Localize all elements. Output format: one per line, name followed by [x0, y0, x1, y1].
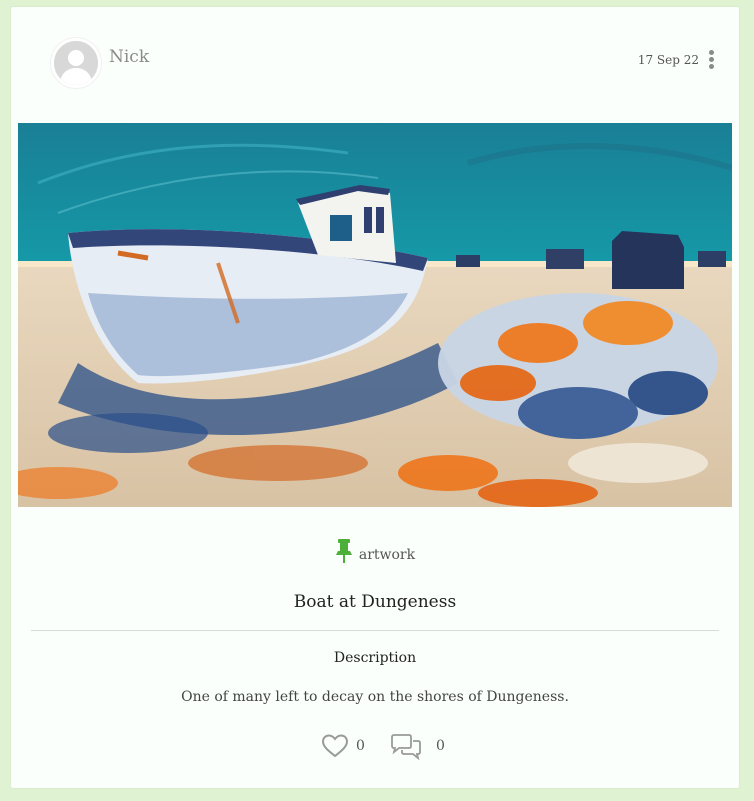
- more-options-button[interactable]: [707, 50, 715, 74]
- description-text: One of many left to decay on the shores …: [181, 689, 569, 705]
- boat-painting-image: [18, 123, 732, 507]
- post-image[interactable]: [18, 123, 732, 507]
- heart-outline-icon: [321, 734, 349, 758]
- post-title: Boat at Dungeness: [293, 592, 457, 612]
- description-heading: Description: [333, 650, 417, 666]
- user-avatar[interactable]: [51, 38, 101, 88]
- like-count: 0: [356, 738, 365, 754]
- author-name[interactable]: Nick: [109, 47, 149, 67]
- avatar-placeholder-icon: [54, 41, 98, 85]
- tag-label: artwork: [358, 547, 416, 563]
- comment-count: 0: [436, 738, 445, 754]
- pushpin-icon: [335, 539, 352, 563]
- vertical-dots-icon: [708, 50, 714, 55]
- speech-bubbles-icon: [391, 734, 421, 761]
- divider: [31, 630, 719, 631]
- like-button[interactable]: [321, 733, 349, 759]
- post-card: Nick 17 Sep 22 artwork Boat at Dungeness…: [11, 7, 739, 788]
- post-tag[interactable]: artwork: [11, 539, 739, 563]
- post-date: 17 Sep 22: [637, 53, 699, 67]
- comment-button[interactable]: [389, 733, 423, 761]
